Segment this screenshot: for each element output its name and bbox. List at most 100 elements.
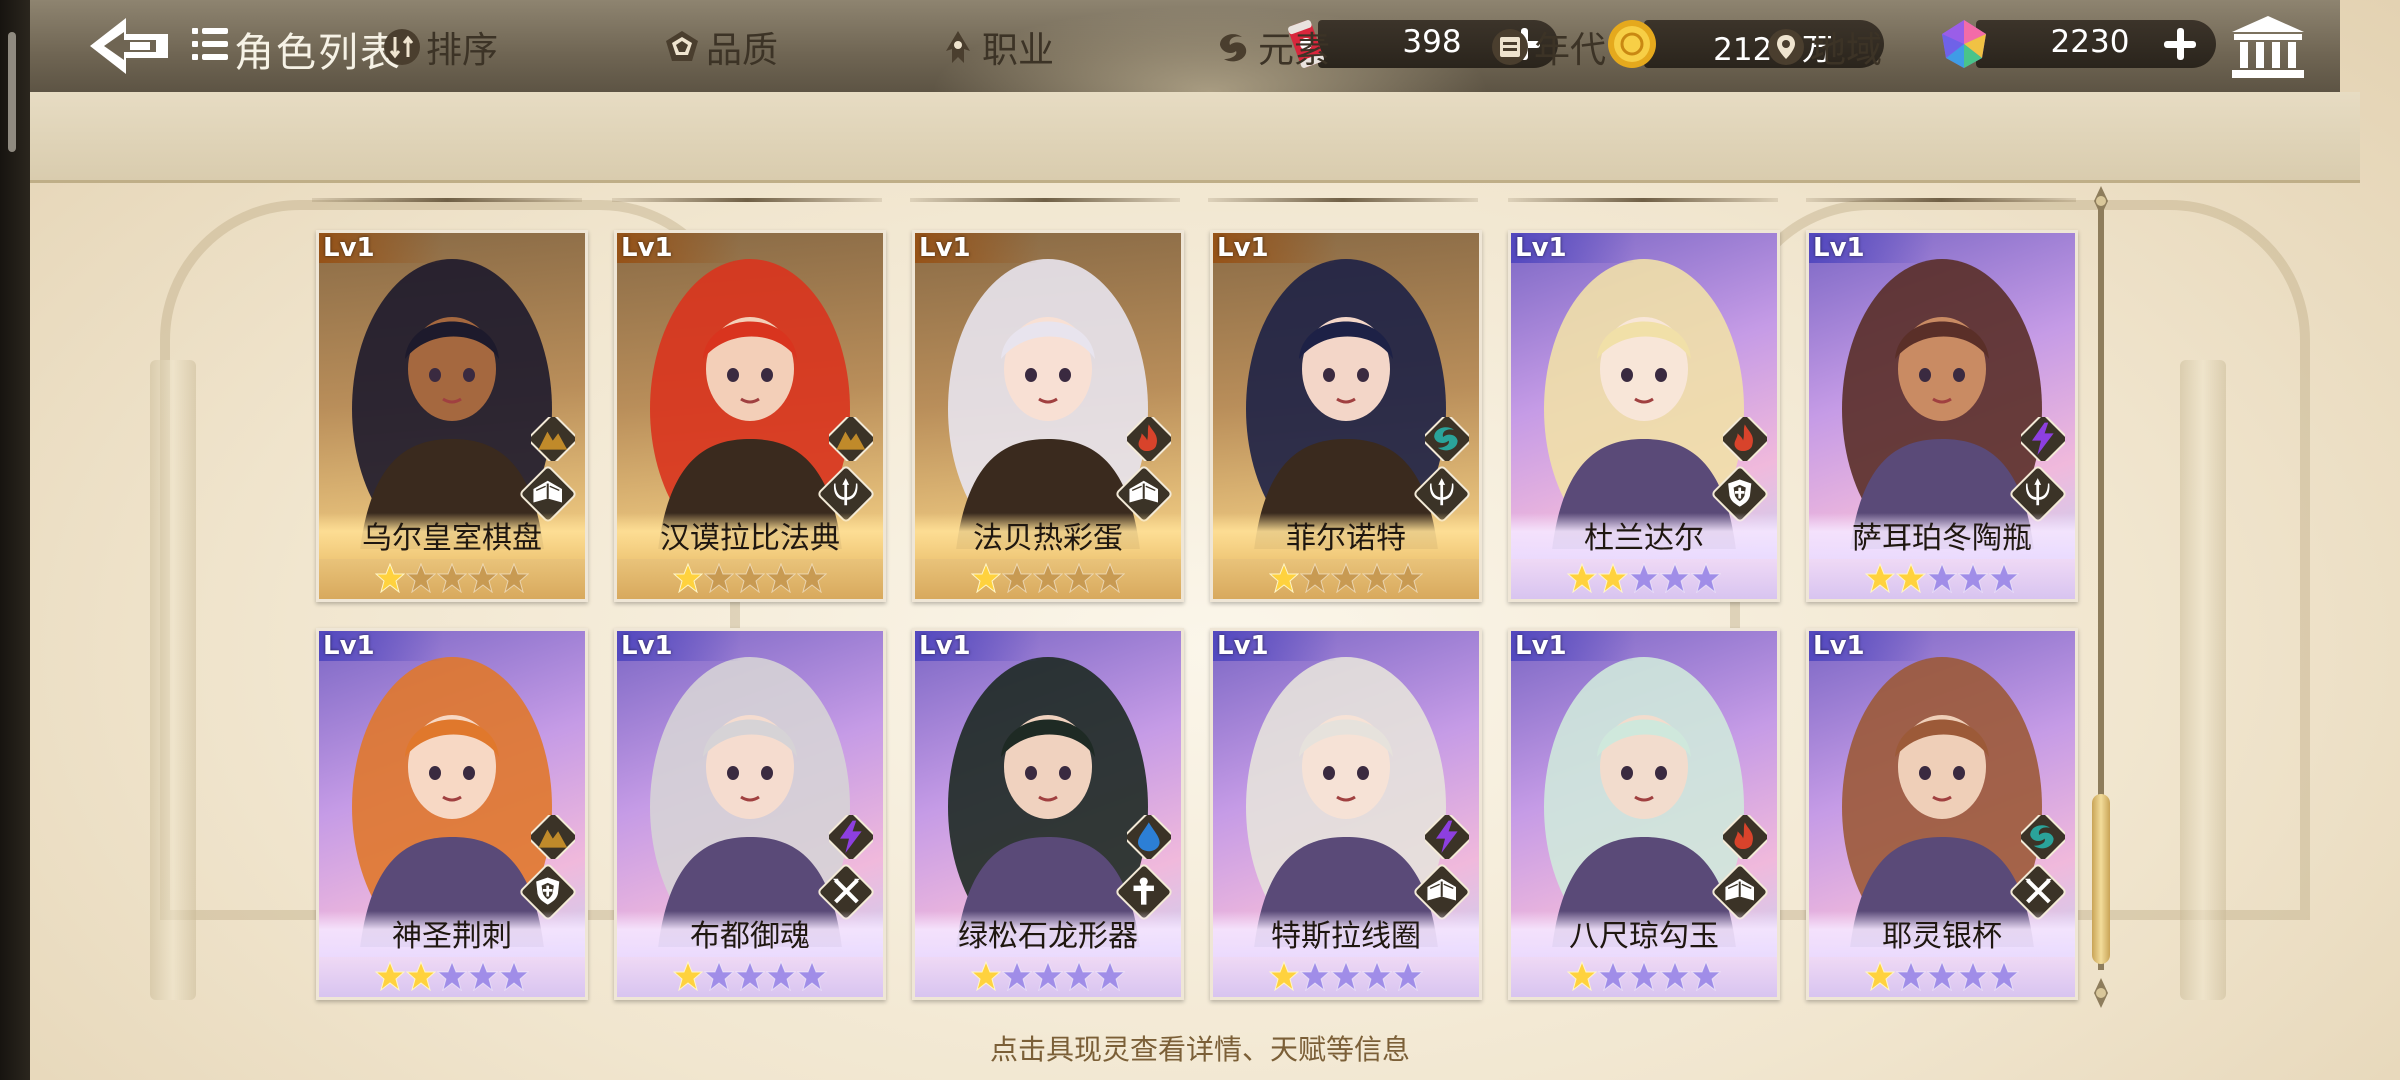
element-earth-icon <box>531 417 575 461</box>
star-icon <box>437 961 467 991</box>
column-divider <box>1208 198 1478 202</box>
filter-sort-label: 排序 <box>426 30 499 71</box>
sort-icon <box>384 29 420 65</box>
character-name: 菲尔诺特 <box>1286 521 1406 556</box>
add-gem-button[interactable] <box>2162 26 2198 62</box>
star-icon <box>1331 961 1361 991</box>
scrollbar-thumb[interactable] <box>2092 794 2110 964</box>
element-fire-icon <box>1127 417 1171 461</box>
star-icon <box>499 961 529 991</box>
device-edge <box>0 0 30 1080</box>
character-card[interactable]: Lv1 神圣荆刺 <box>316 628 588 1000</box>
star-icon <box>1629 563 1659 593</box>
star-icon <box>1269 563 1299 593</box>
filter-quality-label: 品质 <box>706 30 779 71</box>
star-rating <box>971 563 1126 593</box>
character-card[interactable]: Lv1 布都御魂 <box>614 628 886 1000</box>
filter-class[interactable]: 职业 <box>938 22 1054 72</box>
character-name: 乌尔皇室棋盘 <box>362 521 542 556</box>
filter-era-label: 年代 <box>1534 30 1607 71</box>
star-icon <box>499 563 529 593</box>
star-icon <box>1567 961 1597 991</box>
star-rating <box>1269 961 1424 991</box>
star-rating <box>375 563 530 593</box>
character-card[interactable]: Lv1 八尺琼勾玉 <box>1508 628 1780 1000</box>
character-name: 特斯拉线圈 <box>1271 919 1421 954</box>
resource-drink-value: 398 <box>1402 24 1462 60</box>
star-icon <box>1598 961 1628 991</box>
star-icon <box>766 961 796 991</box>
bank-building-icon[interactable] <box>2228 14 2308 80</box>
star-icon <box>704 563 734 593</box>
character-name: 神圣荆刺 <box>392 919 512 954</box>
star-icon <box>1095 563 1125 593</box>
star-icon <box>1927 563 1957 593</box>
star-icon <box>1865 961 1895 991</box>
star-icon <box>1002 961 1032 991</box>
star-icon <box>971 563 1001 593</box>
character-card[interactable]: Lv1 乌尔皇室棋盘 <box>316 230 588 602</box>
hint-text: 点击具现灵查看详情、天赋等信息 <box>989 1033 1410 1066</box>
star-icon <box>1660 961 1690 991</box>
element-earth-icon <box>829 417 873 461</box>
scroll-cap-top-icon <box>2094 186 2108 216</box>
rainbow-gem-icon <box>1942 20 1986 68</box>
star-icon <box>971 961 1001 991</box>
star-icon <box>797 961 827 991</box>
star-icon <box>1033 961 1063 991</box>
character-card[interactable]: Lv1 法贝热彩蛋 <box>912 230 1184 602</box>
star-icon <box>1660 563 1690 593</box>
level-label: Lv1 <box>1511 631 1635 661</box>
filter-era[interactable]: 年代 <box>1490 22 1606 72</box>
star-icon <box>1064 961 1094 991</box>
star-rating <box>673 563 828 593</box>
star-icon <box>1958 961 1988 991</box>
page-title: 角色列表 <box>234 30 402 76</box>
star-rating <box>1567 961 1722 991</box>
level-label: Lv1 <box>915 631 1039 661</box>
character-card[interactable]: Lv1 绿松石龙形器 <box>912 628 1184 1000</box>
element-fire-icon <box>1723 815 1767 859</box>
star-rating <box>971 961 1126 991</box>
star-icon <box>1362 961 1392 991</box>
decorative-pillar-left <box>150 360 196 1000</box>
character-name: 布都御魂 <box>690 919 810 954</box>
character-card[interactable]: Lv1 萨耳珀冬陶瓶 <box>1806 230 2078 602</box>
star-icon <box>1691 563 1721 593</box>
star-icon <box>1393 961 1423 991</box>
character-card[interactable]: Lv1 耶灵银杯 <box>1806 628 2078 1000</box>
star-icon <box>1033 563 1063 593</box>
filter-element[interactable]: 元素 <box>1214 22 1330 72</box>
resource-gem-value: 2230 <box>2050 24 2130 60</box>
element-thunder-icon <box>829 815 873 859</box>
character-card[interactable]: Lv1 菲尔诺特 <box>1210 230 1482 602</box>
character-card[interactable]: Lv1 汉谟拉比法典 <box>614 230 886 602</box>
decorative-pillar-right <box>2180 360 2226 1000</box>
element-fire-icon <box>1723 417 1767 461</box>
star-rating <box>1865 961 2020 991</box>
character-name: 萨耳珀冬陶瓶 <box>1852 521 2032 556</box>
character-name: 法贝热彩蛋 <box>973 521 1123 556</box>
level-label: Lv1 <box>1809 631 1933 661</box>
element-wind-icon <box>2021 815 2065 859</box>
element-thunder-icon <box>2021 417 2065 461</box>
star-icon <box>1865 563 1895 593</box>
star-icon <box>1927 961 1957 991</box>
star-icon <box>437 563 467 593</box>
character-card[interactable]: Lv1 杜兰达尔 <box>1508 230 1780 602</box>
list-icon <box>192 28 228 62</box>
column-divider <box>1806 198 2076 202</box>
back-arrow-icon[interactable] <box>86 14 176 78</box>
column-divider <box>910 198 1180 202</box>
level-label: Lv1 <box>1213 631 1337 661</box>
star-icon <box>673 563 703 593</box>
side-handle <box>8 32 16 152</box>
filter-sort[interactable]: 排序 <box>382 22 498 72</box>
filter-quality[interactable]: 品质 <box>662 22 778 72</box>
star-rating <box>1865 563 2020 593</box>
star-icon <box>1095 961 1125 991</box>
filter-region[interactable]: 地域 <box>1766 22 1882 72</box>
column-divider <box>312 198 582 202</box>
star-icon <box>1269 961 1299 991</box>
character-card[interactable]: Lv1 特斯拉线圈 <box>1210 628 1482 1000</box>
